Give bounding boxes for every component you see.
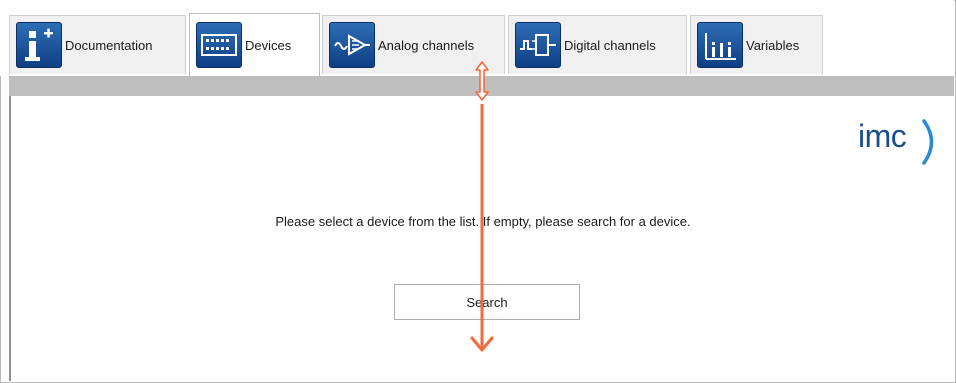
tab-label: Analog channels <box>378 37 475 53</box>
info-plus-icon <box>16 22 62 68</box>
tab-label: Digital channels <box>564 37 656 53</box>
devices-panel <box>11 96 954 381</box>
content-header-strip <box>9 76 954 96</box>
tab-label: Documentation <box>65 37 153 53</box>
tab-analog-channels[interactable]: Analog channels <box>322 15 505 74</box>
tab-digital-channels[interactable]: Digital channels <box>508 15 687 74</box>
imc-logo: imc <box>858 118 907 154</box>
tab-label: Variables <box>746 37 800 53</box>
search-button[interactable]: Search <box>394 284 580 320</box>
variables-icon <box>697 22 743 68</box>
device-panel-icon <box>196 22 242 68</box>
tab-documentation[interactable]: Documentation <box>9 15 186 74</box>
tab-devices[interactable]: Devices <box>189 13 320 76</box>
imc-logo-arc-icon <box>922 119 934 165</box>
empty-device-message: Please select a device from the list. If… <box>275 214 691 229</box>
digital-channel-icon <box>515 22 561 68</box>
tab-bar: Documentation Devices Analog channels Di… <box>0 0 954 76</box>
tab-variables[interactable]: Variables <box>690 15 823 74</box>
tab-label: Devices <box>245 37 292 53</box>
analog-channel-icon <box>329 22 375 68</box>
